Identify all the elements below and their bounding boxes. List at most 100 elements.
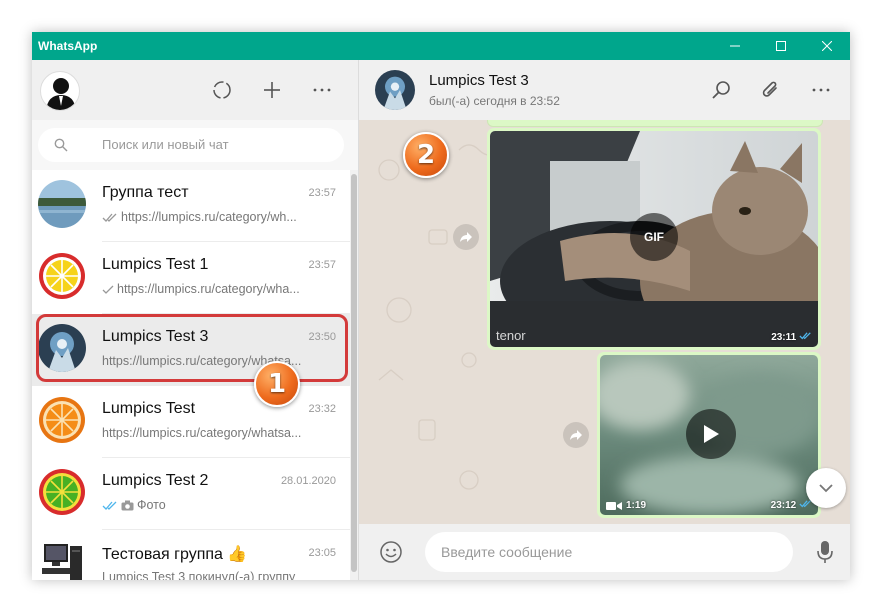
double-tick-blue-icon xyxy=(799,332,811,340)
orange-slice-icon xyxy=(39,397,85,443)
user-silhouette-icon xyxy=(46,78,76,110)
double-tick-icon xyxy=(102,213,117,222)
gif-message[interactable]: GIF tenor 23:11 xyxy=(487,128,821,350)
chat-preview: https://lumpics.ru/category/wha... xyxy=(102,282,338,296)
avatar xyxy=(38,180,86,228)
gif-play-button[interactable]: GIF xyxy=(630,213,678,261)
emoji-icon xyxy=(380,541,402,563)
minimize-icon xyxy=(730,45,740,47)
my-avatar[interactable] xyxy=(40,71,80,111)
chat-item-group-test[interactable]: Группа тест 23:57 https://lumpics.ru/cat… xyxy=(32,170,350,242)
last-seen-status: был(-а) сегодня в 23:52 xyxy=(429,94,560,108)
chat-name: Тестовая группа 👍 xyxy=(102,546,248,563)
search-icon xyxy=(54,138,68,152)
chat-time: 23:57 xyxy=(308,187,336,199)
message-area: GIF tenor 23:11 1:19 23:12 2 xyxy=(359,120,850,524)
maximize-icon xyxy=(776,41,786,51)
chat-menu-button[interactable] xyxy=(809,78,833,102)
new-chat-button[interactable] xyxy=(260,78,284,102)
forward-button[interactable] xyxy=(563,422,589,448)
title-bar: WhatsApp xyxy=(32,32,850,60)
chat-item-lumpics-test[interactable]: Lumpics Test 23:32 https://lumpics.ru/ca… xyxy=(32,386,350,458)
chat-title[interactable]: Lumpics Test 3 xyxy=(429,72,529,89)
more-icon xyxy=(812,88,830,92)
chat-search-button[interactable] xyxy=(709,78,733,102)
video-play-button[interactable] xyxy=(686,409,736,459)
paperclip-icon xyxy=(762,81,777,97)
camera-icon xyxy=(121,500,134,511)
sidebar-header xyxy=(32,60,358,120)
chat-name: Группа тест xyxy=(102,184,189,201)
chevron-down-icon xyxy=(819,484,833,493)
video-message[interactable]: 1:19 23:12 xyxy=(597,352,821,518)
more-icon xyxy=(313,88,331,92)
video-camera-icon xyxy=(606,501,622,510)
search-icon xyxy=(712,81,730,99)
window-title: WhatsApp xyxy=(38,39,98,53)
chat-list-scrollbar[interactable] xyxy=(350,170,358,580)
minimize-button[interactable] xyxy=(712,32,758,60)
forward-arrow-icon xyxy=(570,430,582,440)
sidebar-menu-button[interactable] xyxy=(310,78,334,102)
double-tick-blue-icon xyxy=(102,501,117,510)
microphone-icon xyxy=(817,541,833,563)
chat-time: 23:05 xyxy=(308,547,336,559)
close-icon xyxy=(822,41,832,51)
previous-message-edge xyxy=(487,120,823,127)
step-badge-2: 2 xyxy=(403,132,449,178)
avatar xyxy=(38,252,86,300)
selection-highlight-annotation xyxy=(36,314,348,382)
single-tick-icon xyxy=(102,285,114,294)
chat-name: Lumpics Test xyxy=(102,400,196,417)
chat-preview: Lumpics Test 3 покинул(-а) группу xyxy=(102,570,296,580)
chat-header: Lumpics Test 3 был(-а) сегодня в 23:52 xyxy=(359,60,850,120)
sidebar: Поиск или новый чат Группа тест 23:57 ht… xyxy=(32,60,359,580)
close-button[interactable] xyxy=(804,32,850,60)
chat-time: 23:57 xyxy=(308,259,336,271)
chat-item-lumpics-test-2[interactable]: Lumpics Test 2 28.01.2020 Фото xyxy=(32,458,350,530)
chat-name: Lumpics Test 2 xyxy=(102,472,209,489)
avatar xyxy=(38,540,86,580)
chat-name: Lumpics Test 1 xyxy=(102,256,209,273)
gif-thumbnail[interactable]: GIF tenor 23:11 xyxy=(490,131,818,347)
chat-preview: https://lumpics.ru/category/whatsa... xyxy=(102,426,302,440)
chat-time: 28.01.2020 xyxy=(280,475,336,487)
message-input[interactable]: Введите сообщение xyxy=(425,532,793,572)
step-badge-1: 1 xyxy=(254,361,300,407)
status-icon xyxy=(213,81,231,99)
gif-source-watermark: tenor xyxy=(496,328,526,343)
chat-time: 23:32 xyxy=(308,403,336,415)
forward-button[interactable] xyxy=(453,224,479,250)
chat-item-lumpics-test-1[interactable]: Lumpics Test 1 23:57 https://lumpics.ru/… xyxy=(32,242,350,314)
maximize-button[interactable] xyxy=(758,32,804,60)
search-input[interactable]: Поиск или новый чат xyxy=(38,128,344,162)
lemon-slice-icon xyxy=(39,253,85,299)
status-button[interactable] xyxy=(210,78,234,102)
attach-button[interactable] xyxy=(759,78,783,102)
scroll-to-bottom-button[interactable] xyxy=(806,468,846,508)
chat-preview: https://lumpics.ru/category/wh... xyxy=(102,210,338,224)
play-icon xyxy=(704,425,719,443)
message-composer: Введите сообщение xyxy=(359,524,850,580)
chat-pane: Lumpics Test 3 был(-а) сегодня в 23:52 G… xyxy=(359,60,850,580)
fantasy-art-icon xyxy=(375,70,415,110)
avatar xyxy=(38,396,86,444)
forward-arrow-icon xyxy=(460,232,472,242)
video-thumbnail[interactable]: 1:19 23:12 xyxy=(600,355,818,515)
voice-message-button[interactable] xyxy=(813,540,837,564)
plus-icon xyxy=(264,82,280,98)
chat-item-test-group[interactable]: Тестовая группа 👍 23:05 Lumpics Test 3 п… xyxy=(32,530,350,580)
app-window: WhatsApp Поиск или новый чат Группа тест… xyxy=(32,32,850,580)
search-placeholder: Поиск или новый чат xyxy=(102,137,229,152)
lime-slice-icon xyxy=(39,469,85,515)
scrollbar-thumb[interactable] xyxy=(351,174,357,572)
message-time: 23:12 xyxy=(771,500,812,511)
search-bar: Поиск или новый чат xyxy=(32,120,358,170)
chat-preview: Фото xyxy=(102,498,338,512)
avatar xyxy=(38,468,86,516)
emoji-button[interactable] xyxy=(379,540,403,564)
contact-avatar[interactable] xyxy=(375,70,415,110)
message-time: 23:11 xyxy=(771,332,812,343)
message-input-placeholder: Введите сообщение xyxy=(441,544,573,560)
video-duration: 1:19 xyxy=(606,500,646,511)
